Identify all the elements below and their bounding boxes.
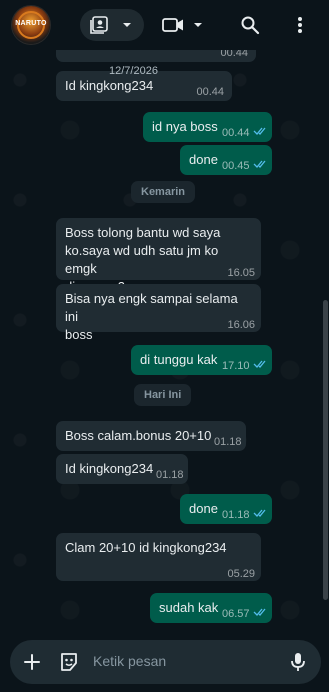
message-time: 16.05 xyxy=(227,267,255,279)
chevron-down-icon xyxy=(194,23,202,27)
message-incoming[interactable]: Boss calam.bonus 20+10 01.18 xyxy=(56,421,246,451)
video-call-icon xyxy=(162,18,183,32)
contact-menu-button[interactable] xyxy=(80,9,144,41)
message-text: done xyxy=(189,152,218,167)
message-time: 17.10 xyxy=(222,360,250,372)
avatar-logo-text: NARUTO xyxy=(15,20,47,27)
emoji-sticker-icon[interactable] xyxy=(58,651,80,673)
message-text: Boss calam.bonus 20+10 xyxy=(65,428,212,443)
message-composer: Ketik pesan xyxy=(10,640,321,684)
message-outgoing[interactable]: di tunggu kak 17.10 xyxy=(131,345,272,375)
message-time: 00.44 xyxy=(220,50,248,59)
contact-card-icon xyxy=(90,16,108,34)
date-separator: Hari Ini xyxy=(134,384,192,406)
message-text: id nya boss xyxy=(152,119,218,134)
scrollbar[interactable] xyxy=(323,300,328,600)
message-text: Id kingkong234 xyxy=(65,78,154,93)
message-text: done xyxy=(189,501,218,516)
message-outgoing[interactable]: id nya boss 00.44 xyxy=(143,112,272,142)
message-incoming[interactable]: Clam 20+10 id kingkong234 05.29 xyxy=(56,533,261,581)
date-separator: Kemarin xyxy=(131,181,196,203)
attach-plus-icon[interactable] xyxy=(22,652,42,672)
read-ticks-icon xyxy=(253,160,266,168)
read-ticks-icon xyxy=(253,360,266,368)
message-time: 01.18 xyxy=(222,509,250,521)
search-button[interactable] xyxy=(234,9,266,41)
message-text: sudah kak xyxy=(159,600,219,615)
more-options-button[interactable] xyxy=(286,9,314,41)
message-text: Clam 20+10 id kingkong234 xyxy=(65,540,227,555)
message-time: 01.18 xyxy=(214,436,242,448)
read-ticks-icon xyxy=(253,608,266,616)
message-time: 06.57 xyxy=(222,608,250,620)
message-incoming[interactable]: Id kingkong234 01.18 xyxy=(56,454,188,484)
message-time: 16.06 xyxy=(227,319,255,331)
microphone-icon[interactable] xyxy=(289,651,307,673)
chat-area[interactable]: 00.44 Id kingkong234 00.44 12/7/2026 id … xyxy=(0,50,329,628)
message-input[interactable]: Ketik pesan xyxy=(93,653,166,669)
message-text-line: boss xyxy=(65,327,93,342)
chat-header: NARUTO xyxy=(0,0,329,50)
search-icon xyxy=(241,16,260,35)
floating-date-label: 12/7/2026 xyxy=(109,65,158,77)
message-time: 00.45 xyxy=(222,160,250,172)
message-outgoing[interactable]: done 00.45 xyxy=(180,145,272,175)
message-outgoing[interactable]: done 01.18 xyxy=(180,494,272,524)
message-text: di tunggu kak xyxy=(140,352,218,367)
message-incoming[interactable]: 00.44 xyxy=(56,50,256,62)
message-time: 00.44 xyxy=(196,86,224,98)
message-incoming[interactable]: Bisa nya engk sampai selama ini boss 16.… xyxy=(56,284,261,342)
message-outgoing[interactable]: sudah kak 06.57 xyxy=(150,593,272,623)
read-ticks-icon xyxy=(253,127,266,135)
message-text: Id kingkong234 xyxy=(65,461,154,476)
avatar[interactable]: NARUTO xyxy=(12,6,50,44)
message-text-line: Bisa nya engk sampai selama ini xyxy=(65,291,238,324)
message-text-line: ko.saya wd udh satu jm ko emgk xyxy=(65,243,219,276)
message-incoming[interactable]: Boss tolong bantu wd saya ko.saya wd udh… xyxy=(56,218,261,294)
more-vert-icon xyxy=(298,17,302,33)
read-ticks-icon xyxy=(253,509,266,517)
message-text-line: Boss tolong bantu wd saya xyxy=(65,225,221,240)
chevron-down-icon xyxy=(123,23,131,27)
message-time: 01.18 xyxy=(156,469,184,481)
video-call-button[interactable] xyxy=(156,9,210,41)
message-time: 00.44 xyxy=(222,127,250,139)
message-time: 05.29 xyxy=(227,568,255,580)
